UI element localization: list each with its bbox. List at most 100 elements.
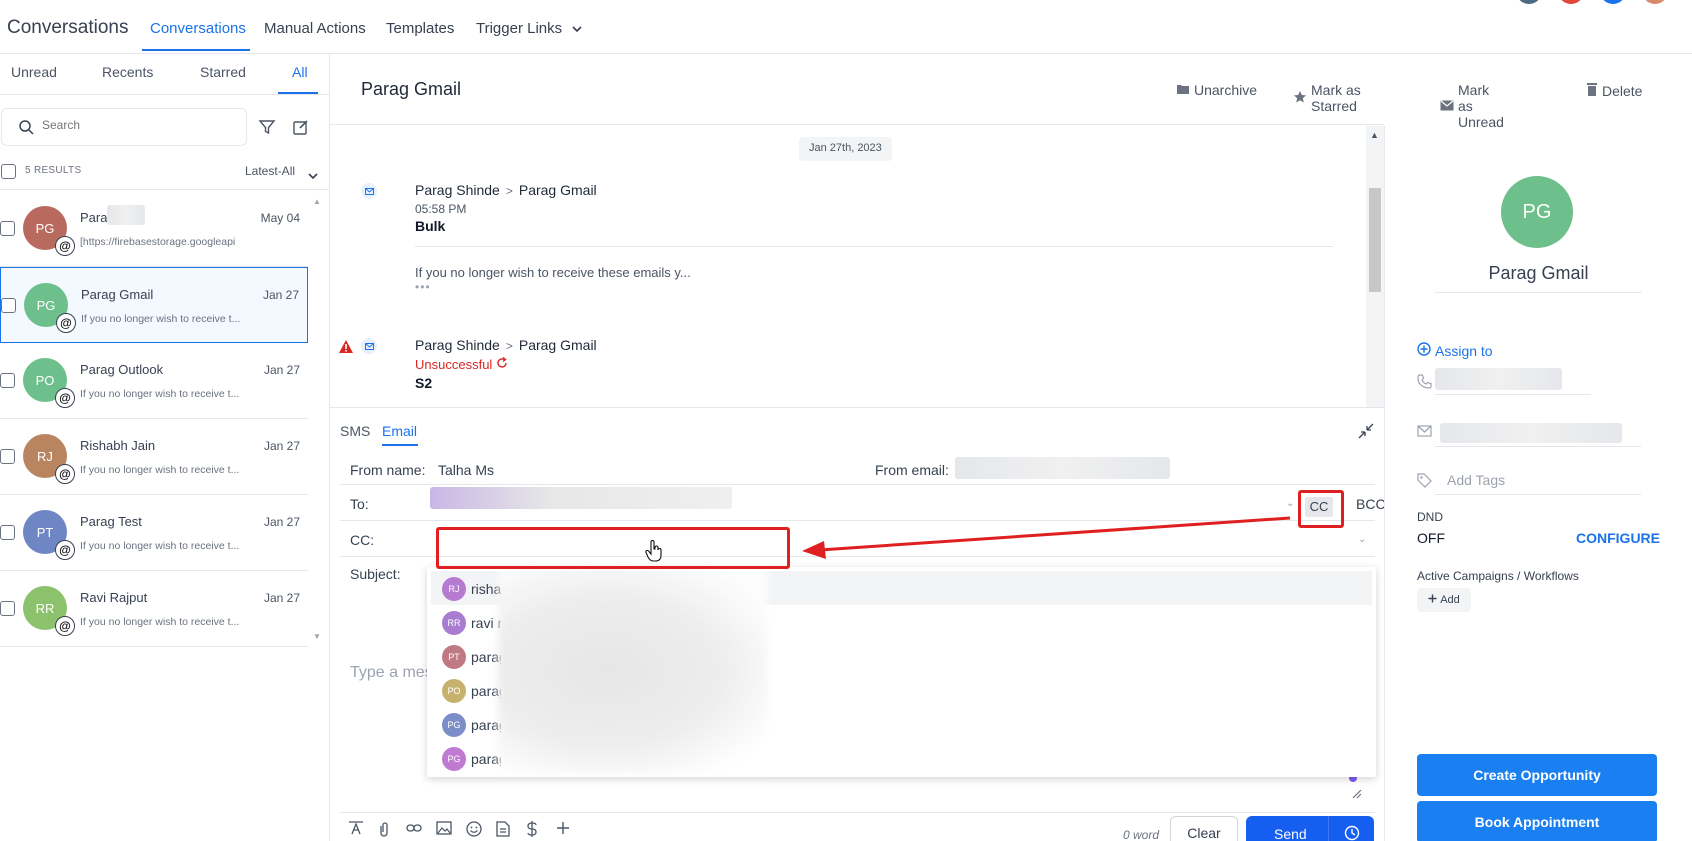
unarchive-button[interactable]: Unarchive	[1176, 82, 1257, 98]
resize-icon[interactable]	[1352, 786, 1362, 802]
emoji-icon[interactable]	[466, 821, 482, 840]
conversation-item[interactable]: RR @ Ravi Rajput Jan 27 If you no longer wis…	[0, 571, 308, 647]
nav-conversations[interactable]: Conversations	[150, 20, 246, 37]
conversation-item[interactable]: PG @ Para May 04 [https://firebasestorage.go…	[0, 191, 308, 267]
text-format-icon[interactable]	[348, 821, 364, 838]
link-icon[interactable]	[406, 821, 422, 838]
contact-phone[interactable]	[1435, 368, 1562, 390]
nav-manual-actions[interactable]: Manual Actions	[264, 20, 366, 37]
add-tags-input[interactable]: Add Tags	[1447, 472, 1505, 488]
add-campaign-button[interactable]: Add	[1417, 588, 1471, 612]
conversation-date: Jan 27	[263, 439, 300, 453]
message-body: If you no longer wish to receive these e…	[415, 265, 691, 280]
tab-starred[interactable]: Starred	[200, 64, 246, 80]
attachment-icon[interactable]	[378, 821, 390, 840]
tab-unread[interactable]: Unread	[11, 64, 57, 80]
conversation-snippet: If you no longer wish to receive t...	[80, 540, 240, 552]
assign-to-button[interactable]: Assign to	[1417, 342, 1493, 359]
conversation-snippet: If you no longer wish to receive t...	[80, 616, 240, 628]
chevron-down-icon[interactable]	[308, 167, 318, 183]
filter-icon[interactable]	[258, 118, 276, 139]
dnd-value: OFF	[1417, 530, 1445, 546]
sort-dropdown[interactable]: Latest-All	[245, 164, 295, 178]
conversation-checkbox[interactable]	[0, 449, 15, 464]
schedule-icon[interactable]	[1328, 816, 1374, 841]
conversation-date: May 04	[260, 211, 300, 225]
configure-button[interactable]: CONFIGURE	[1576, 530, 1660, 546]
nav-templates[interactable]: Templates	[386, 20, 454, 37]
collapse-icon[interactable]	[1358, 423, 1374, 442]
plus-icon[interactable]	[556, 821, 570, 838]
nav-active-underline	[142, 49, 250, 51]
delete-button[interactable]: Delete	[1586, 82, 1642, 99]
trash-icon	[1586, 82, 1598, 99]
conversation-checkbox[interactable]	[1, 298, 16, 313]
clear-button[interactable]: Clear	[1170, 816, 1238, 841]
help-avatar[interactable]	[1600, 0, 1626, 4]
cc-input[interactable]	[430, 523, 1360, 553]
create-opportunity-button[interactable]: Create Opportunity	[1417, 754, 1657, 796]
image-icon[interactable]	[436, 821, 452, 838]
bcc-button[interactable]: BCC	[1356, 496, 1386, 512]
message-arrow: >	[505, 339, 513, 353]
search-box[interactable]	[1, 108, 247, 146]
nav-trigger-links[interactable]: Trigger Links	[476, 20, 582, 37]
from-email-value[interactable]	[955, 457, 1170, 479]
avatar: RR	[442, 611, 466, 635]
campaigns-label: Active Campaigns / Workflows	[1417, 569, 1579, 583]
cc-button[interactable]: CC	[1305, 497, 1333, 517]
scroll-down-arrow[interactable]: ▼	[313, 632, 321, 641]
search-input[interactable]	[42, 118, 232, 132]
conversation-item[interactable]: PT @ Parag Test Jan 27 If you no longer wish…	[0, 495, 308, 571]
notification-avatar[interactable]	[1558, 0, 1584, 4]
mark-starred-label: Mark as Starred	[1311, 82, 1361, 114]
mark-unread-button[interactable]: Mark as Unread	[1440, 82, 1504, 130]
conversation-snippet: [https://firebasestorage.googleapi	[80, 236, 236, 248]
warning-icon	[338, 339, 354, 357]
suggestion-name: risha	[471, 581, 501, 597]
template-icon[interactable]	[496, 821, 510, 840]
thread-scrollbar[interactable]: ▲	[1366, 126, 1384, 407]
tab-all[interactable]: All	[292, 64, 308, 80]
select-all-checkbox[interactable]	[1, 164, 16, 179]
message-placeholder[interactable]: Type a mes	[350, 664, 433, 682]
book-appointment-button[interactable]: Book Appointment	[1417, 801, 1657, 841]
email-icon	[361, 183, 377, 199]
expand-ellipsis[interactable]: •••	[415, 280, 431, 294]
profile-avatar[interactable]	[1642, 0, 1668, 4]
conversation-checkbox[interactable]	[0, 601, 15, 616]
filter-tabs: Unread Recents Starred All	[0, 54, 330, 95]
conversation-checkbox[interactable]	[0, 221, 15, 236]
mark-starred-button[interactable]: Mark as Starred	[1293, 82, 1384, 114]
compose-icon[interactable]	[292, 118, 310, 139]
conversation-item[interactable]: RJ @ Rishabh Jain Jan 27 If you no longer wi…	[0, 419, 308, 495]
to-recipient-chip[interactable]	[430, 487, 732, 509]
scroll-up-arrow[interactable]: ▲	[313, 197, 321, 206]
tab-recents[interactable]: Recents	[102, 64, 153, 80]
conversation-checkbox[interactable]	[0, 525, 15, 540]
tab-email[interactable]: Email	[382, 423, 417, 439]
from-email-label: From email:	[875, 462, 949, 478]
email-channel-icon: @	[55, 464, 75, 484]
contact-email[interactable]	[1440, 423, 1622, 443]
user-avatar[interactable]	[1516, 0, 1542, 4]
conversation-item[interactable]: PG @ Parag Gmail Jan 27 If you no longer wis…	[0, 267, 308, 343]
conversation-item[interactable]: PO @ Parag Outlook Jan 27 If you no longer w…	[0, 343, 308, 419]
chevron-down-icon[interactable]: ⌄	[1286, 498, 1294, 509]
top-navigation: Conversations Conversations Manual Actio…	[0, 0, 1692, 54]
tab-sms[interactable]: SMS	[340, 423, 370, 439]
scroll-up-arrow[interactable]: ▲	[1370, 130, 1379, 140]
email-channel-icon: @	[55, 236, 75, 256]
message-divider	[415, 246, 1333, 247]
conversation-checkbox[interactable]	[0, 373, 15, 388]
suggestion-name: parag	[471, 649, 501, 665]
from-name-value[interactable]: Talha Ms	[438, 462, 494, 478]
payment-icon[interactable]	[526, 821, 538, 840]
add-label: Add	[1440, 594, 1460, 606]
send-button[interactable]: Send	[1246, 816, 1374, 841]
chevron-down-icon[interactable]: ⌄	[1358, 534, 1366, 545]
retry-icon[interactable]	[496, 356, 508, 372]
message-sender: Parag Shinde	[415, 337, 500, 353]
scrollbar-thumb[interactable]	[1369, 188, 1381, 292]
chevron-down-icon	[572, 25, 582, 36]
